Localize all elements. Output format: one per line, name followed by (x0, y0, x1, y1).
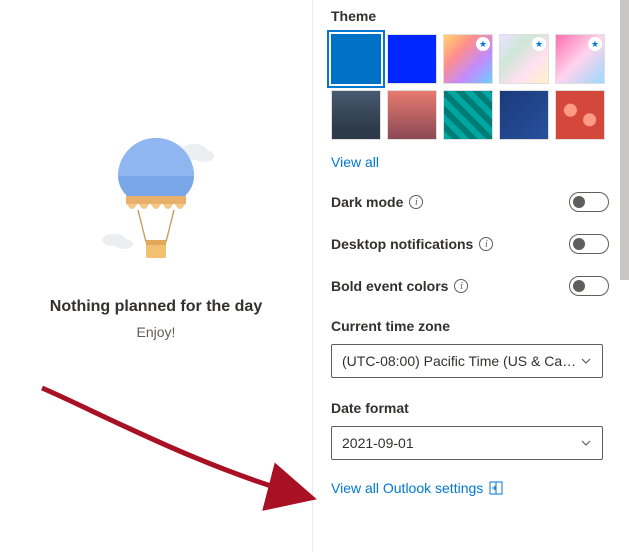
desktop-notifications-toggle[interactable] (569, 234, 609, 254)
empty-title: Nothing planned for the day (50, 298, 262, 316)
timezone-select[interactable]: (UTC-08:00) Pacific Time (US & Cana… (331, 344, 603, 378)
theme-tile-bokeh-red[interactable] (555, 90, 605, 140)
bold-event-colors-toggle[interactable] (569, 276, 609, 296)
settings-scrollbar[interactable] (620, 0, 629, 280)
premium-star-icon (532, 37, 546, 51)
theme-tile-rainbow-waves[interactable] (443, 34, 493, 84)
chevron-down-icon (580, 355, 592, 367)
desktop-notifications-row: Desktop notifications i (331, 234, 609, 254)
open-pane-icon (489, 481, 503, 495)
timezone-value: (UTC-08:00) Pacific Time (US & Cana… (342, 353, 580, 369)
theme-tile-blue-solid[interactable] (331, 34, 381, 84)
dark-mode-label: Dark mode (331, 194, 403, 210)
theme-tile-pastel-ribbons[interactable] (499, 34, 549, 84)
theme-tile-unicorn[interactable] (555, 34, 605, 84)
dark-mode-toggle[interactable] (569, 192, 609, 212)
timezone-heading: Current time zone (331, 318, 609, 334)
desktop-notifications-label: Desktop notifications (331, 236, 473, 252)
theme-heading: Theme (331, 8, 609, 24)
bold-event-colors-label: Bold event colors (331, 278, 448, 294)
quick-settings-pane: Theme View all Dark mode i Desktop notif… (313, 0, 629, 552)
theme-tile-palms-sunset[interactable] (387, 90, 437, 140)
view-all-outlook-settings-link[interactable]: View all Outlook settings (331, 480, 503, 496)
calendar-empty-pane: Nothing planned for the day Enjoy! (0, 0, 312, 552)
dark-mode-row: Dark mode i (331, 192, 609, 212)
info-icon[interactable]: i (409, 195, 423, 209)
theme-tile-circuit-teal[interactable] (443, 90, 493, 140)
chevron-down-icon (580, 437, 592, 449)
empty-subtitle: Enjoy! (137, 324, 176, 340)
dateformat-value: 2021-09-01 (342, 435, 580, 451)
view-all-outlook-settings-text: View all Outlook settings (331, 480, 483, 496)
dateformat-select[interactable]: 2021-09-01 (331, 426, 603, 460)
premium-star-icon (588, 37, 602, 51)
bold-event-colors-row: Bold event colors i (331, 276, 609, 296)
info-icon[interactable]: i (454, 279, 468, 293)
info-icon[interactable]: i (479, 237, 493, 251)
dateformat-heading: Date format (331, 400, 609, 416)
theme-tile-blue-bright[interactable] (387, 34, 437, 84)
premium-star-icon (476, 37, 490, 51)
theme-tile-vation-blue[interactable] (499, 90, 549, 140)
balloon-illustration (96, 132, 216, 282)
view-all-themes-link[interactable]: View all (331, 154, 379, 170)
theme-grid (331, 34, 607, 140)
theme-tile-mountain-dark[interactable] (331, 90, 381, 140)
